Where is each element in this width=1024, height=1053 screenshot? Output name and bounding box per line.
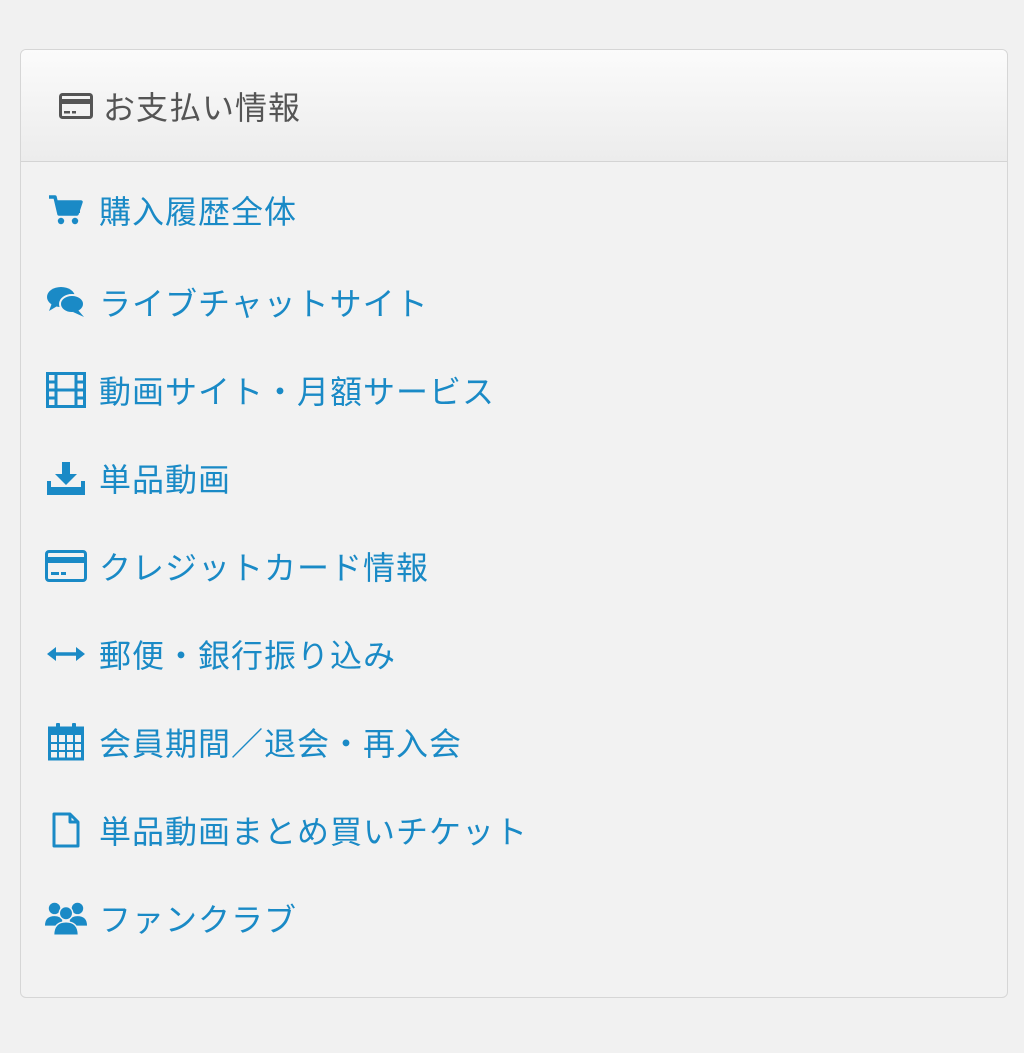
menu-item-label: クレジットカード情報 [99, 549, 430, 587]
menu-item-label: 購入履歴全体 [99, 193, 298, 231]
menu-item-single-video[interactable]: 単品動画 [21, 434, 1007, 522]
credit-card-icon [59, 92, 93, 119]
menu-item-label: 動画サイト・月額サービス [99, 373, 496, 411]
menu-item-bank-transfer[interactable]: 郵便・銀行振り込み [21, 610, 1007, 698]
payment-menu: 購入履歴全体 ライブチャットサイト 動画サイト・月額サービス 単品動画 クレジッ… [21, 162, 1007, 962]
menu-item-video-monthly[interactable]: 動画サイト・月額サービス [21, 346, 1007, 434]
document-icon [45, 810, 87, 850]
menu-item-label: ファンクラブ [99, 901, 298, 939]
menu-item-membership[interactable]: 会員期間／退会・再入会 [21, 698, 1007, 786]
menu-item-label: 郵便・銀行振り込み [99, 637, 397, 675]
calendar-icon [45, 722, 87, 762]
menu-item-label: 単品動画まとめ買いチケット [99, 813, 529, 851]
menu-item-label: 単品動画 [99, 461, 232, 499]
menu-item-fan-club[interactable]: ファンクラブ [21, 874, 1007, 962]
panel-header: お支払い情報 [21, 50, 1007, 162]
cart-icon [45, 190, 87, 230]
film-icon [45, 370, 87, 410]
menu-item-bulk-ticket[interactable]: 単品動画まとめ買いチケット [21, 786, 1007, 874]
group-icon [45, 898, 87, 938]
menu-item-label: ライブチャットサイト [99, 285, 429, 323]
menu-item-credit-card[interactable]: クレジットカード情報 [21, 522, 1007, 610]
chat-bubbles-icon [45, 282, 87, 322]
menu-item-label: 会員期間／退会・再入会 [99, 725, 463, 763]
credit-card-icon [45, 546, 87, 586]
panel-title: お支払い情報 [103, 88, 302, 127]
payment-info-panel: お支払い情報 購入履歴全体 ライブチャットサイト 動画サイト・月額サービス 単品… [20, 49, 1008, 998]
menu-item-purchase-history[interactable]: 購入履歴全体 [21, 162, 1007, 258]
menu-item-live-chat[interactable]: ライブチャットサイト [21, 258, 1007, 346]
download-icon [45, 458, 87, 498]
transfer-arrows-icon [45, 634, 87, 674]
